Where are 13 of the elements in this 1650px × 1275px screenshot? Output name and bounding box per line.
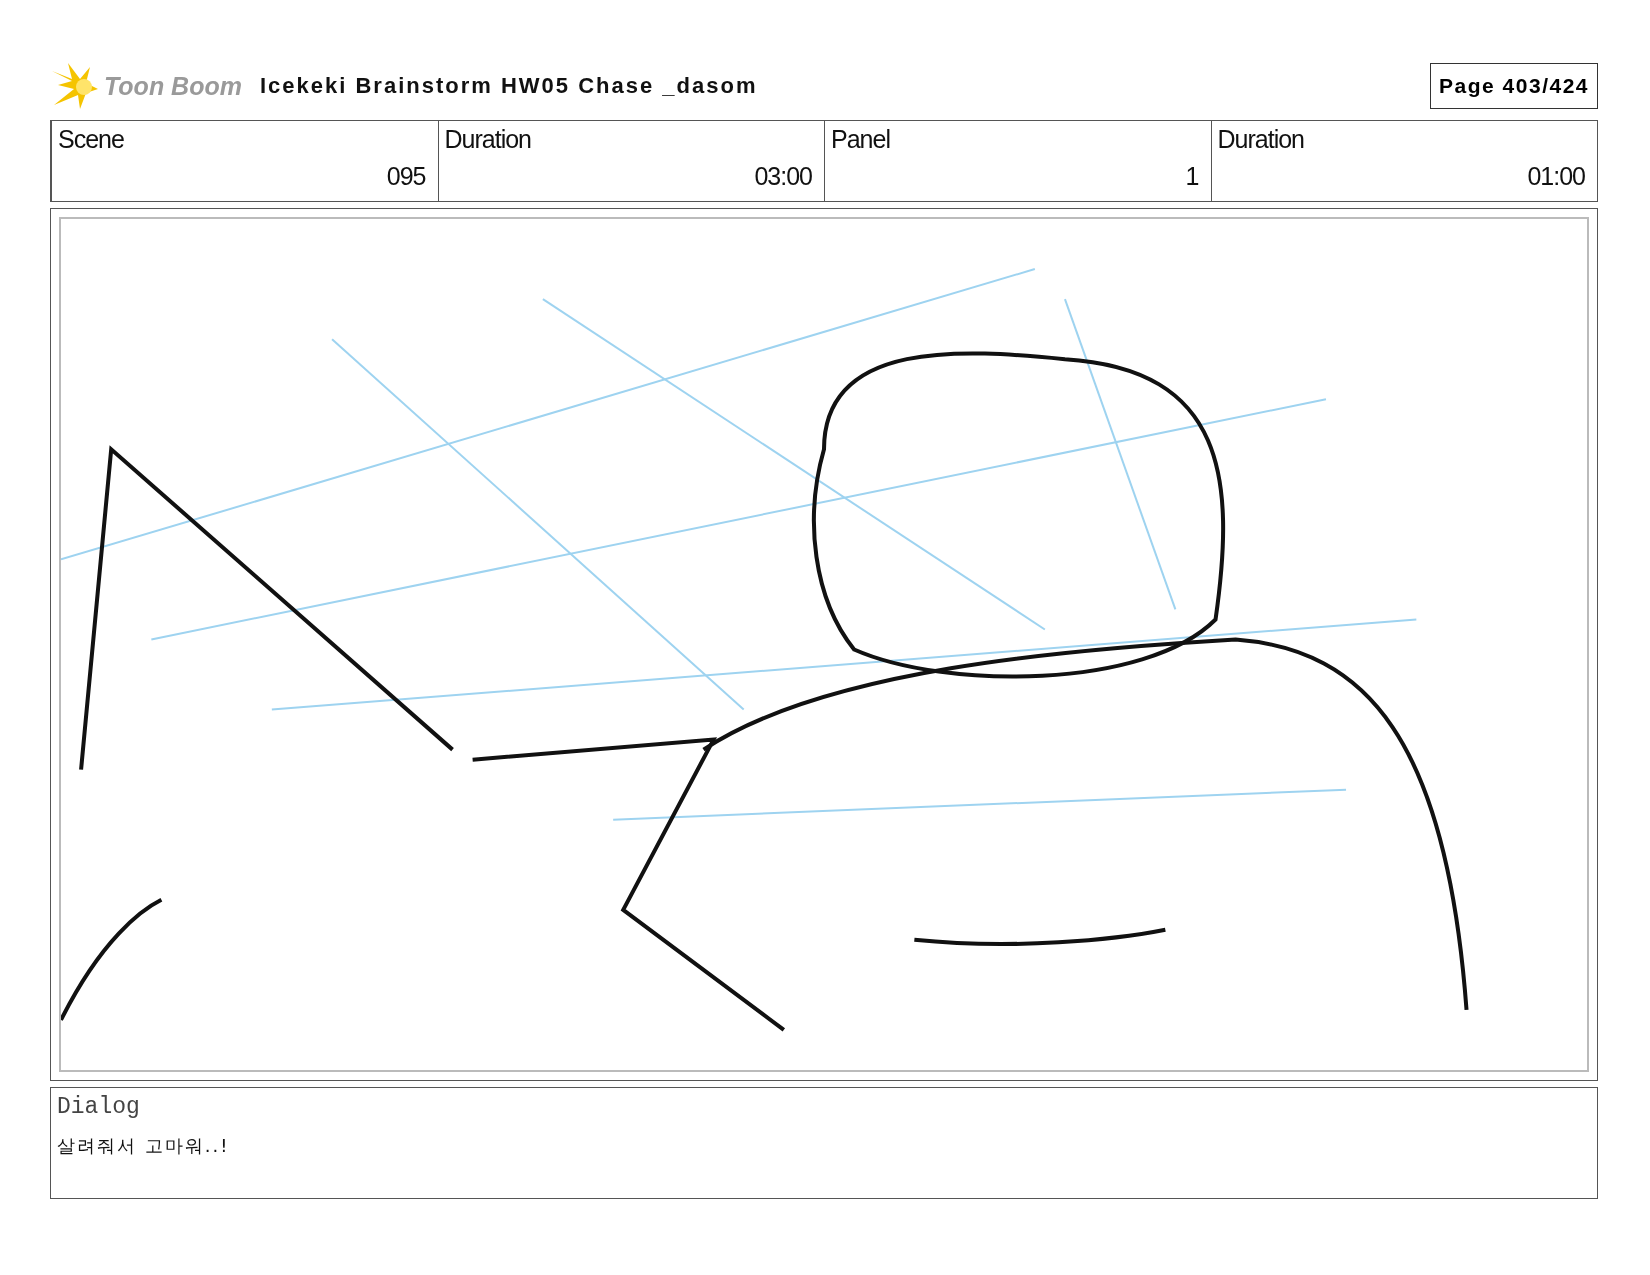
project-title: Icekeki Brainstorm HW05 Chase _dasom (259, 73, 758, 99)
dialog-label: Dialog (57, 1094, 141, 1120)
dialog-text: 살려줘서 고마워..! (57, 1134, 231, 1158)
field-value: 03:00 (754, 162, 812, 191)
field-value: 01:00 (1527, 162, 1585, 191)
field-label: Duration (444, 125, 532, 154)
field-value: 1 (1185, 162, 1199, 191)
logo-text: Toon Boom (104, 71, 242, 101)
field-label: Duration (1217, 125, 1305, 154)
field-label: Panel (831, 125, 891, 154)
field-label: Scene (58, 125, 125, 154)
field-value: 095 (386, 162, 426, 191)
page-number: Page 403/424 (1430, 63, 1598, 109)
